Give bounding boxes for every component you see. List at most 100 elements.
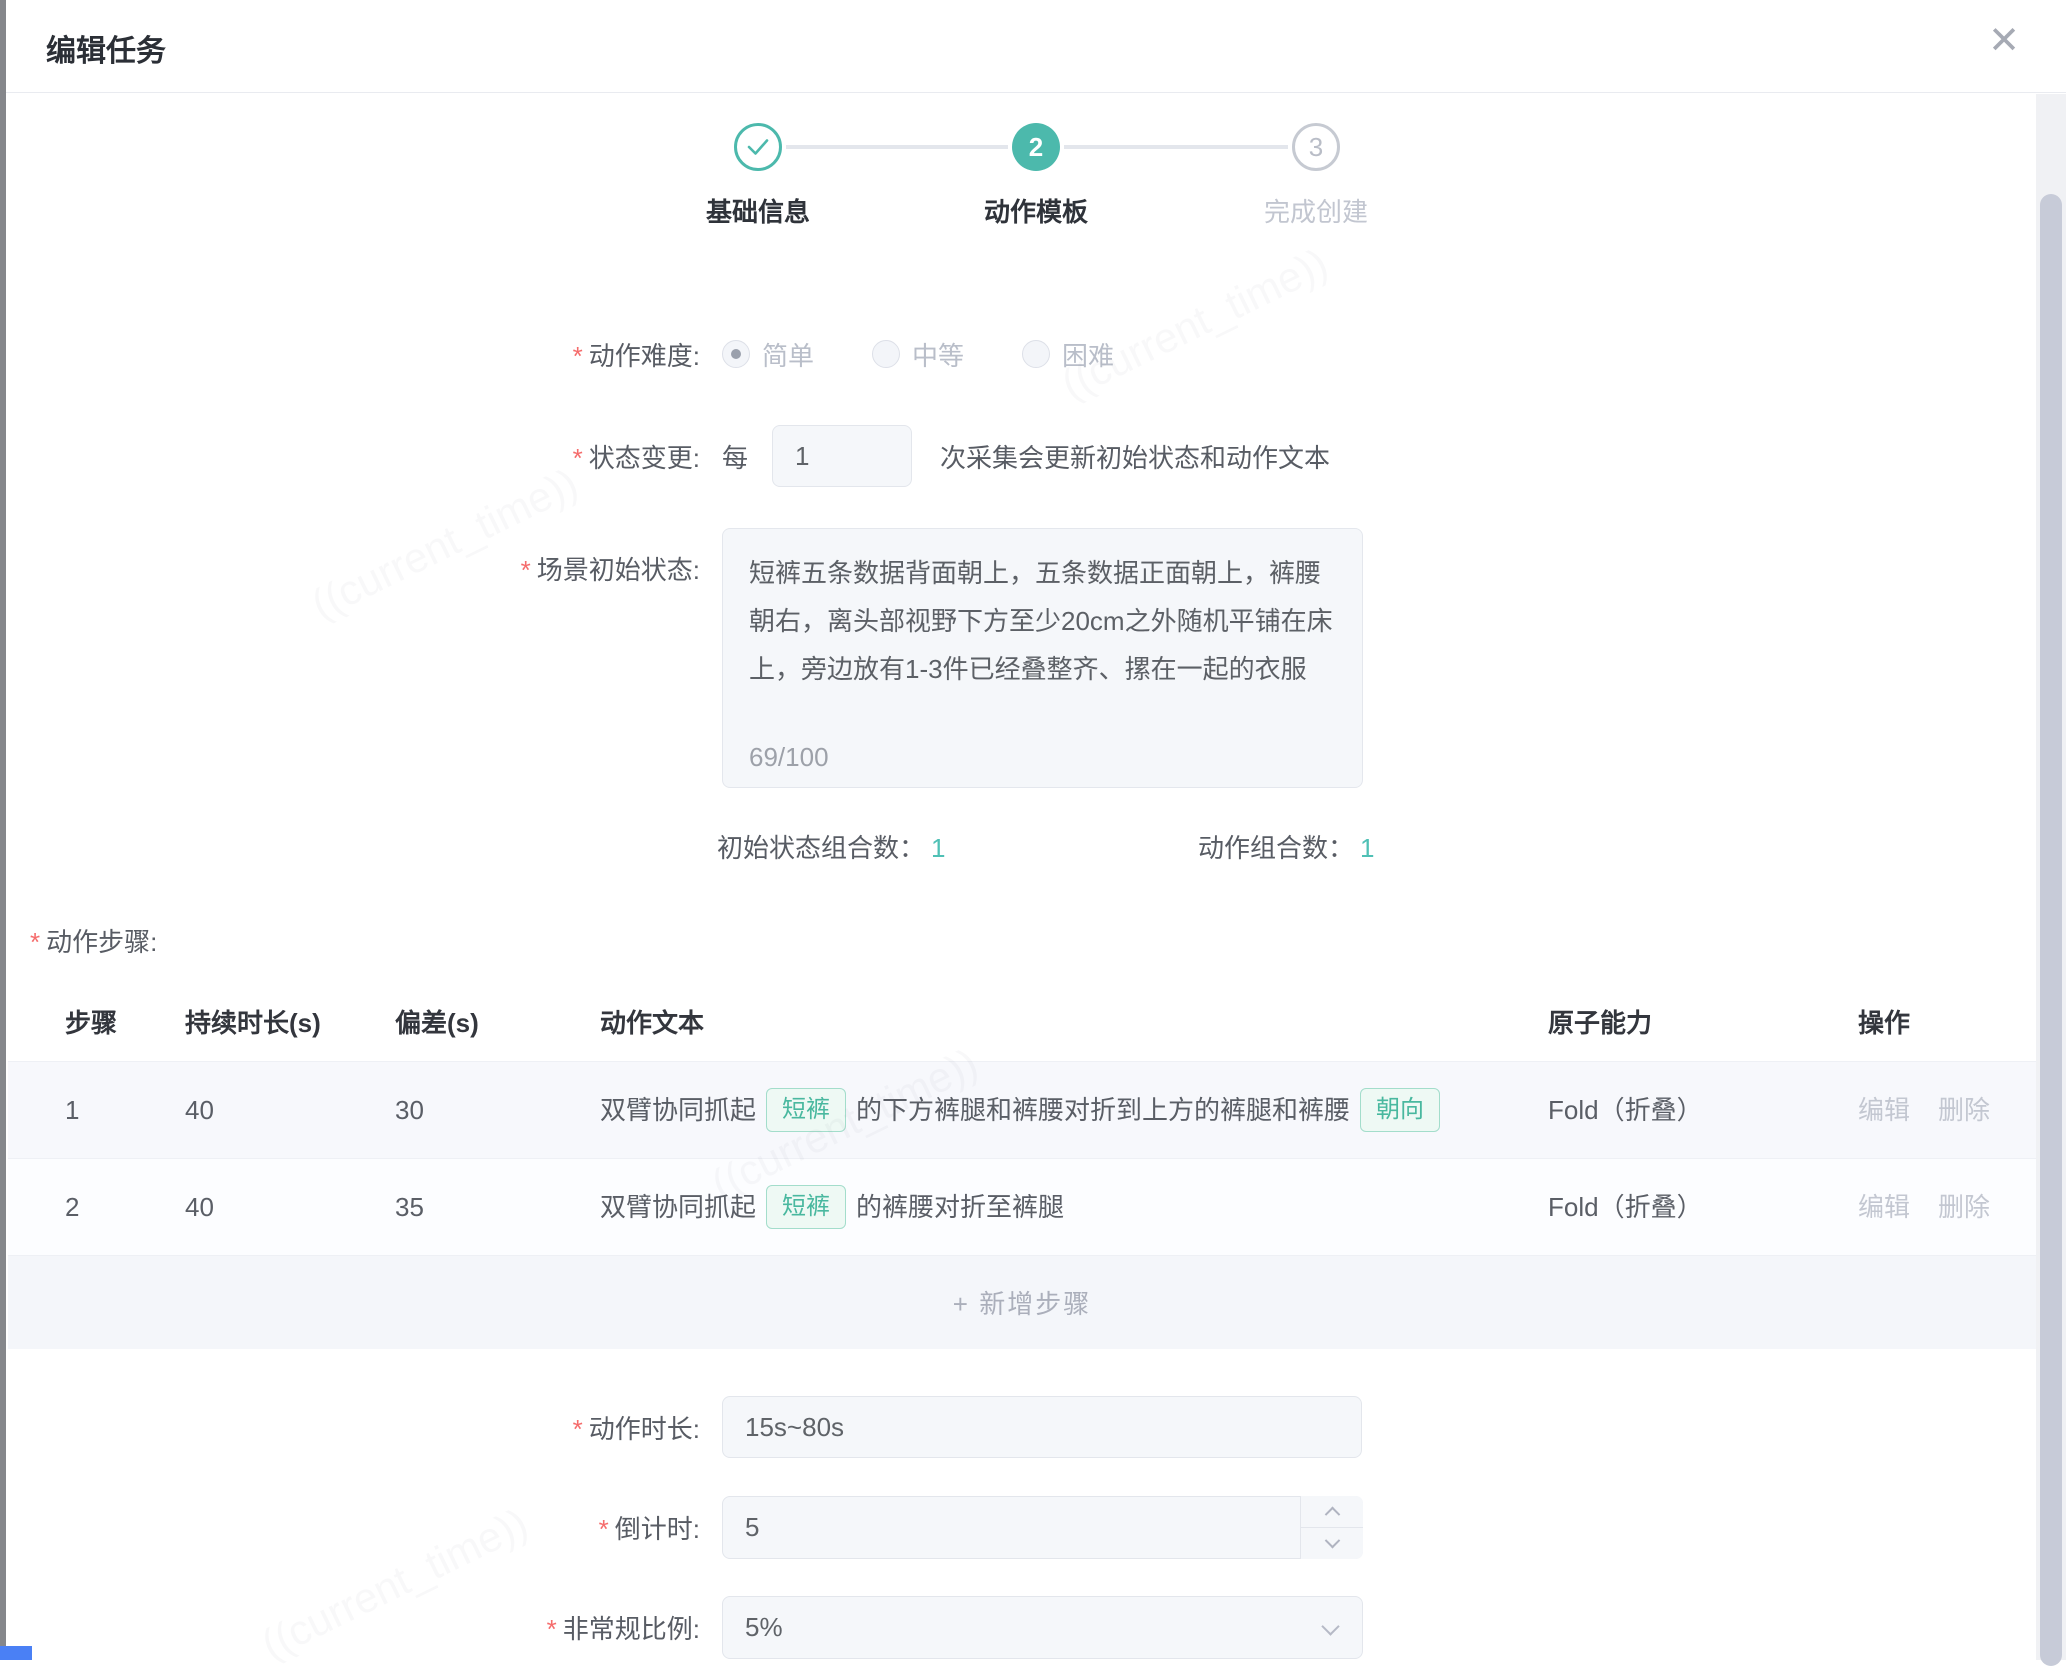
step-2-label: 动作模板 xyxy=(984,192,1088,229)
unusual-ratio-value: 5% xyxy=(722,1596,1363,1659)
spinner-down-button[interactable] xyxy=(1301,1528,1363,1559)
cell-ability: Fold（折叠） xyxy=(1548,1062,1703,1159)
radio-easy[interactable]: 简单 xyxy=(722,336,814,373)
dialog-title: 编辑任务 xyxy=(46,26,166,70)
difficulty-label: *动作难度: xyxy=(0,336,700,373)
scrollbar-track[interactable] xyxy=(2036,94,2066,1660)
dialog-header: 编辑任务 ✕ xyxy=(6,0,2066,93)
state-change-input[interactable]: 1 xyxy=(772,425,912,487)
cell-operations: 编辑 删除 xyxy=(1858,1062,1990,1158)
unusual-ratio-label: *非常规比例: xyxy=(0,1609,700,1646)
add-step-button[interactable]: + 新增步骤 xyxy=(953,1284,1091,1321)
close-icon[interactable]: ✕ xyxy=(1988,22,2020,60)
initial-combo-label: 初始状态组合数： xyxy=(717,833,925,863)
action-text-segment: 的下方裤腿和裤腰对折到上方的裤腿和裤腰 xyxy=(856,1062,1350,1159)
duration-label: *动作时长: xyxy=(0,1409,700,1446)
state-change-suffix: 次采集会更新初始状态和动作文本 xyxy=(940,438,1330,475)
unusual-ratio-row: *非常规比例: 5% xyxy=(0,1595,1363,1659)
difficulty-radio-group: 简单 中等 困难 xyxy=(722,336,1172,373)
state-change-label: *状态变更: xyxy=(0,438,700,475)
step-1-circle xyxy=(734,123,782,171)
col-header-step: 步骤 xyxy=(65,985,117,1061)
delete-link[interactable]: 删除 xyxy=(1938,1062,1990,1159)
edit-link[interactable]: 编辑 xyxy=(1858,1159,1910,1256)
cell-deviation: 30 xyxy=(395,1062,424,1159)
unusual-ratio-select[interactable]: 5% xyxy=(722,1596,1363,1659)
radio-hard-label: 困难 xyxy=(1062,336,1114,373)
action-combo-value: 1 xyxy=(1360,833,1374,863)
initial-state-row: *场景初始状态: 短裤五条数据背面朝上，五条数据正面朝上，裤腰朝右，离头部视野下… xyxy=(0,528,1363,788)
col-header-operations: 操作 xyxy=(1858,985,1910,1061)
radio-easy-label: 简单 xyxy=(762,336,814,373)
char-counter: 69/100 xyxy=(749,742,829,773)
countdown-label: *倒计时: xyxy=(0,1509,700,1546)
radio-circle[interactable] xyxy=(872,340,900,368)
initial-combo-value: 1 xyxy=(931,833,945,863)
chevron-up-icon xyxy=(1324,1506,1340,1522)
cell-operations: 编辑 删除 xyxy=(1858,1159,1990,1255)
required-asterisk: * xyxy=(599,1514,609,1544)
action-combo-count: 动作组合数：1 xyxy=(1198,828,1374,865)
col-header-duration: 持续时长(s) xyxy=(185,985,321,1061)
step-3-circle: 3 xyxy=(1292,123,1340,171)
stepper-connector xyxy=(786,145,1008,149)
action-text-segment: 双臂协同抓起 xyxy=(600,1159,756,1256)
state-change-row: *状态变更: 每 1 次采集会更新初始状态和动作文本 xyxy=(0,424,1330,488)
required-asterisk: * xyxy=(573,443,583,473)
cell-step: 2 xyxy=(65,1159,79,1256)
duration-row: *动作时长: 15s~80s xyxy=(0,1395,1362,1459)
object-tag: 短裤 xyxy=(766,1088,846,1131)
stepper-connector xyxy=(1064,145,1288,149)
step-1-label: 基础信息 xyxy=(706,192,810,229)
required-asterisk: * xyxy=(547,1614,557,1644)
action-steps-title: *动作步骤: xyxy=(30,922,157,959)
countdown-number-input[interactable]: 5 xyxy=(722,1496,1363,1559)
countdown-value[interactable]: 5 xyxy=(722,1496,1363,1559)
required-asterisk: * xyxy=(573,1414,583,1444)
cell-duration: 40 xyxy=(185,1062,214,1159)
step-2-circle: 2 xyxy=(1012,123,1060,171)
action-steps-table: 步骤 持续时长(s) 偏差(s) 动作文本 原子能力 操作 1 40 30 双臂… xyxy=(8,985,2036,1349)
initial-state-value: 短裤五条数据背面朝上，五条数据正面朝上，裤腰朝右，离头部视野下方至少20cm之外… xyxy=(749,549,1336,693)
table-row: 2 40 35 双臂协同抓起 短裤 的裤腰对折至裤腿 Fold（折叠） 编辑 删… xyxy=(8,1158,2036,1255)
state-change-prefix: 每 xyxy=(722,438,748,475)
orientation-tag: 朝向 xyxy=(1360,1088,1440,1131)
col-header-action-text: 动作文本 xyxy=(600,985,1545,1061)
cell-deviation: 35 xyxy=(395,1159,424,1256)
radio-circle[interactable] xyxy=(1022,340,1050,368)
table-row: 1 40 30 双臂协同抓起 短裤 的下方裤腿和裤腰对折到上方的裤腿和裤腰 朝向… xyxy=(8,1061,2036,1158)
edit-link[interactable]: 编辑 xyxy=(1858,1062,1910,1159)
col-header-deviation: 偏差(s) xyxy=(395,985,479,1061)
duration-input[interactable]: 15s~80s xyxy=(722,1396,1362,1458)
required-asterisk: * xyxy=(30,927,40,957)
radio-circle-checked[interactable] xyxy=(722,340,750,368)
initial-combo-count: 初始状态组合数：1 xyxy=(717,828,945,865)
countdown-row: *倒计时: 5 xyxy=(0,1495,1363,1559)
initial-state-label: *场景初始状态: xyxy=(0,528,700,587)
chevron-down-icon xyxy=(1324,1532,1340,1548)
initial-state-textarea[interactable]: 短裤五条数据背面朝上，五条数据正面朝上，裤腰朝右，离头部视野下方至少20cm之外… xyxy=(722,528,1363,788)
cell-step: 1 xyxy=(65,1062,79,1159)
scrollbar-thumb[interactable] xyxy=(2040,194,2062,1666)
watermark-text: ((current_time)) xyxy=(1054,239,1335,409)
edit-task-dialog: ((current_time)) ((current_time)) ((curr… xyxy=(0,0,2066,1660)
cell-action-text: 双臂协同抓起 短裤 的裤腰对折至裤腿 xyxy=(600,1159,1545,1255)
radio-medium-label: 中等 xyxy=(912,336,964,373)
table-header-row: 步骤 持续时长(s) 偏差(s) 动作文本 原子能力 操作 xyxy=(8,985,2036,1061)
action-combo-label: 动作组合数： xyxy=(1198,833,1354,863)
spinner-up-button[interactable] xyxy=(1301,1496,1363,1528)
cell-ability: Fold（折叠） xyxy=(1548,1159,1703,1256)
background-element xyxy=(0,1646,32,1660)
radio-medium[interactable]: 中等 xyxy=(872,336,964,373)
check-icon xyxy=(746,137,770,157)
cell-duration: 40 xyxy=(185,1159,214,1256)
radio-hard[interactable]: 困难 xyxy=(1022,336,1114,373)
required-asterisk: * xyxy=(521,555,531,585)
add-step-band: + 新增步骤 xyxy=(8,1255,2036,1349)
cell-action-text: 双臂协同抓起 短裤 的下方裤腿和裤腰对折到上方的裤腿和裤腰 朝向 xyxy=(600,1062,1545,1158)
required-asterisk: * xyxy=(573,341,583,371)
delete-link[interactable]: 删除 xyxy=(1938,1159,1990,1256)
difficulty-row: *动作难度: 简单 中等 困难 xyxy=(0,332,1172,376)
col-header-ability: 原子能力 xyxy=(1548,985,1652,1061)
step-3-label: 完成创建 xyxy=(1264,192,1368,229)
